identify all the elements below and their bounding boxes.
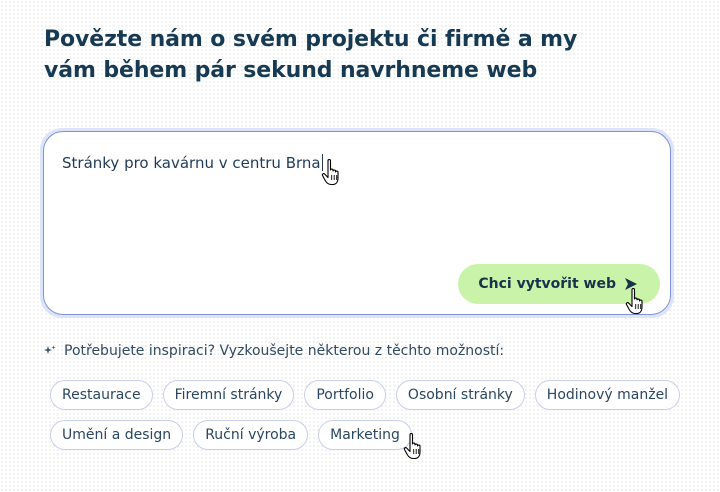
chip-osobni-stranky[interactable]: Osobní stránky [395, 380, 525, 410]
chip-marketing[interactable]: Marketing [318, 420, 412, 450]
chip-row-2: Umění a design Ruční výroba Marketing [50, 420, 710, 450]
prompt-box: Stránky pro kavárnu v centru Brna Chci v… [40, 128, 674, 318]
chip-umeni-a-design[interactable]: Umění a design [50, 420, 184, 450]
sparkle-icon [44, 345, 56, 357]
page-title: Povězte nám o svém projektu či firmě a m… [44, 24, 644, 86]
prompt-value: Stránky pro kavárnu v centru Brna [62, 154, 323, 172]
inspiration-hint: Potřebujete inspiraci? Vyzkoušejte někte… [44, 343, 504, 359]
send-arrow-icon [624, 277, 638, 291]
prompt-textarea[interactable]: Stránky pro kavárnu v centru Brna Chci v… [43, 131, 671, 315]
chip-hodinovy-manzel[interactable]: Hodinový manžel [534, 380, 681, 410]
page-title-line-1: Povězte nám o svém projektu či firmě a m… [44, 27, 578, 52]
chip-portfolio[interactable]: Portfolio [304, 380, 386, 410]
text-caret [321, 154, 323, 171]
chip-firemni-stranky[interactable]: Firemní stránky [162, 380, 295, 410]
page-title-line-2: vám během pár sekund navrhneme web [44, 58, 538, 83]
inspiration-chips: Restaurace Firemní stránky Portfolio Oso… [50, 380, 710, 460]
create-web-button[interactable]: Chci vytvořit web [458, 264, 660, 304]
inspiration-label: Potřebujete inspiraci? Vyzkoušejte někte… [64, 343, 505, 359]
create-web-button-label: Chci vytvořit web [478, 276, 616, 292]
chip-rucni-vyroba[interactable]: Ruční výroba [193, 420, 309, 450]
chip-restaurace[interactable]: Restaurace [50, 380, 153, 410]
chip-row-1: Restaurace Firemní stránky Portfolio Oso… [50, 380, 710, 410]
prompt-value-text: Stránky pro kavárnu v centru Brna [62, 154, 321, 172]
